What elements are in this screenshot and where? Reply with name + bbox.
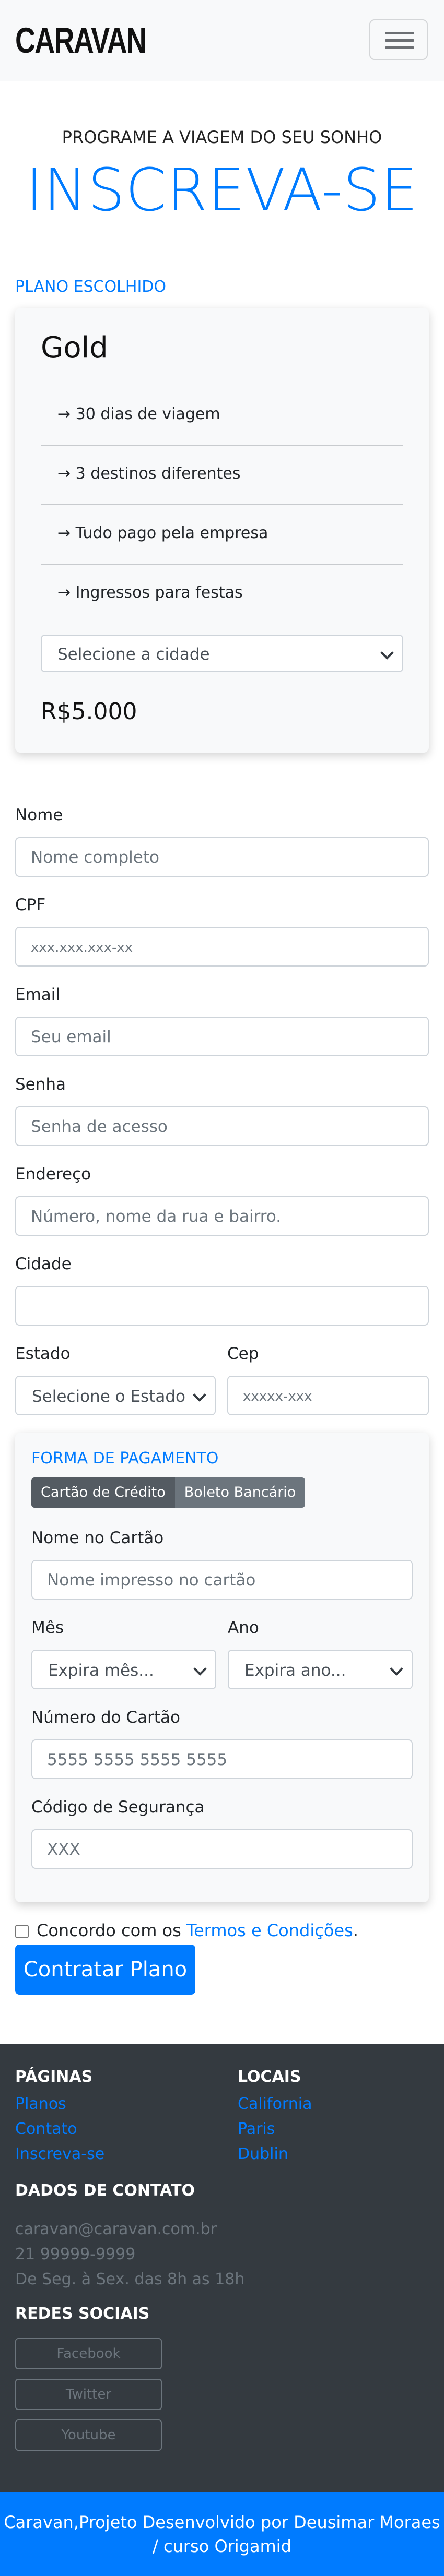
card-name-placeholder: Nome impresso no cartão [47, 1571, 256, 1590]
credit-card-option[interactable]: Cartão de Crédito [31, 1477, 175, 1508]
footer-social-title: REDES SOCIAIS [15, 2305, 150, 2323]
boleto-option[interactable]: Boleto Bancário [174, 1477, 306, 1508]
footer-contact-title: DADOS DE CONTATO [15, 2181, 195, 2200]
page-title: INSCREVA-SE [26, 157, 418, 224]
hero-subtitle: PROGRAME A VIAGEM DO SEU SONHO [62, 127, 382, 147]
endereco-input[interactable]: Número, nome da rua e bairro. [15, 1196, 429, 1236]
year-select-value: Expira ano... [244, 1661, 346, 1680]
plan-feature: → Tudo pago pela empresa [41, 505, 403, 565]
cep-label: Cep [227, 1344, 259, 1363]
navbar: CARAVAN [0, 0, 444, 81]
submit-button[interactable]: Contratar Plano [15, 1945, 195, 1995]
cidade-input[interactable] [15, 1286, 429, 1326]
plan-feature: → Ingressos para festas [41, 565, 403, 624]
plan-feature-text: → 3 destinos diferentes [57, 464, 241, 483]
copyright-bar: Caravan,Projeto Desenvolvido por Deusima… [0, 2492, 444, 2576]
cpf-input[interactable]: xxx.xxx.xxx-xx [15, 927, 429, 967]
month-label: Mês [31, 1618, 64, 1637]
email-placeholder: Seu email [31, 1028, 111, 1046]
plan-feature-text: → 30 dias de viagem [57, 405, 220, 423]
estado-label: Estado [15, 1344, 71, 1363]
chevron-down-icon [193, 1662, 207, 1676]
youtube-button[interactable]: Youtube [15, 2419, 162, 2451]
footer-link-california[interactable]: California [238, 2095, 312, 2113]
plan-feature-text: → Tudo pago pela empresa [57, 524, 268, 542]
cidade-label: Cidade [15, 1255, 72, 1273]
payment-title: FORMA DE PAGAMENTO [31, 1449, 219, 1468]
footer-link-dublin[interactable]: Dublin [238, 2145, 288, 2163]
twitter-button[interactable]: Twitter [15, 2379, 162, 2410]
footer-locations-title: LOCAIS [238, 2068, 301, 2086]
contact-email: caravan@caravan.com.br [15, 2220, 217, 2238]
security-code-label: Código de Segurança [31, 1798, 205, 1817]
footer-link-planos[interactable]: Planos [15, 2095, 66, 2113]
year-select[interactable]: Expira ano... [228, 1650, 413, 1689]
terms-link[interactable]: Termos e Condições [186, 1921, 353, 1940]
cpf-label: CPF [15, 896, 46, 914]
cep-input[interactable]: xxxxx-xxx [227, 1376, 429, 1415]
year-label: Ano [228, 1618, 259, 1637]
month-select-value: Expira mês... [48, 1661, 154, 1680]
footer-link-contato[interactable]: Contato [15, 2120, 77, 2138]
senha-placeholder: Senha de acesso [31, 1117, 168, 1136]
email-label: Email [15, 985, 61, 1004]
city-select-value: Selecione a cidade [57, 645, 210, 664]
plan-feature: → 3 destinos diferentes [41, 446, 403, 505]
security-code-placeholder: XXX [47, 1840, 80, 1859]
footer-pages-title: PÁGINAS [15, 2068, 93, 2086]
plan-section-label: PLANO ESCOLHIDO [15, 278, 166, 296]
email-input[interactable]: Seu email [15, 1017, 429, 1056]
endereco-placeholder: Número, nome da rua e bairro. [31, 1207, 282, 1226]
footer-link-paris[interactable]: Paris [238, 2120, 275, 2138]
terms-prefix: Concordo com os [37, 1921, 186, 1940]
month-select[interactable]: Expira mês... [31, 1650, 216, 1689]
plan-feature: → 30 dias de viagem [41, 386, 403, 446]
senha-input[interactable]: Senha de acesso [15, 1106, 429, 1146]
nome-input[interactable]: Nome completo [15, 837, 429, 877]
card-name-input[interactable]: Nome impresso no cartão [31, 1560, 413, 1600]
nome-placeholder: Nome completo [31, 848, 159, 867]
plan-price: R$5.000 [41, 698, 137, 725]
terms-checkbox[interactable] [15, 1925, 29, 1938]
payment-method-toggle: Cartão de Crédito Boleto Bancário [31, 1477, 306, 1508]
copyright-text: Caravan,Projeto Desenvolvido por Deusima… [4, 2512, 440, 2556]
plan-card: Gold → 30 dias de viagem → 3 destinos di… [15, 308, 429, 753]
security-code-input[interactable]: XXX [31, 1829, 413, 1869]
chevron-down-icon [193, 1388, 206, 1402]
estado-select-value: Selecione o Estado [32, 1387, 185, 1406]
contact-phone: 21 99999-9999 [15, 2245, 136, 2263]
chevron-down-icon [380, 646, 394, 660]
facebook-button[interactable]: Facebook [15, 2338, 162, 2369]
terms-text: Concordo com os Termos e Condições. [37, 1921, 358, 1940]
endereco-label: Endereço [15, 1165, 91, 1184]
payment-card: FORMA DE PAGAMENTO Cartão de Crédito Bol… [15, 1433, 429, 1902]
cpf-placeholder: xxx.xxx.xxx-xx [31, 940, 133, 956]
card-number-input[interactable]: 5555 5555 5555 5555 [31, 1739, 413, 1779]
footer-link-inscreva-se[interactable]: Inscreva-se [15, 2145, 104, 2163]
hamburger-menu-icon[interactable] [369, 19, 428, 60]
brand-logo[interactable]: CARAVAN [15, 20, 147, 62]
chevron-down-icon [390, 1662, 403, 1676]
contact-hours: De Seg. à Sex. das 8h as 18h [15, 2270, 245, 2288]
card-number-placeholder: 5555 5555 5555 5555 [47, 1750, 228, 1769]
city-select[interactable]: Selecione a cidade [41, 635, 403, 672]
card-number-label: Número do Cartão [31, 1708, 180, 1727]
card-name-label: Nome no Cartão [31, 1529, 164, 1547]
nome-label: Nome [15, 806, 63, 825]
plan-name: Gold [41, 331, 108, 365]
senha-label: Senha [15, 1075, 66, 1094]
footer: PÁGINAS Planos Contato Inscreva-se LOCAI… [0, 2044, 444, 2492]
cep-placeholder: xxxxx-xxx [243, 1389, 312, 1404]
terms-suffix: . [353, 1921, 358, 1940]
estado-select[interactable]: Selecione o Estado [15, 1376, 216, 1415]
plan-feature-text: → Ingressos para festas [57, 583, 243, 602]
